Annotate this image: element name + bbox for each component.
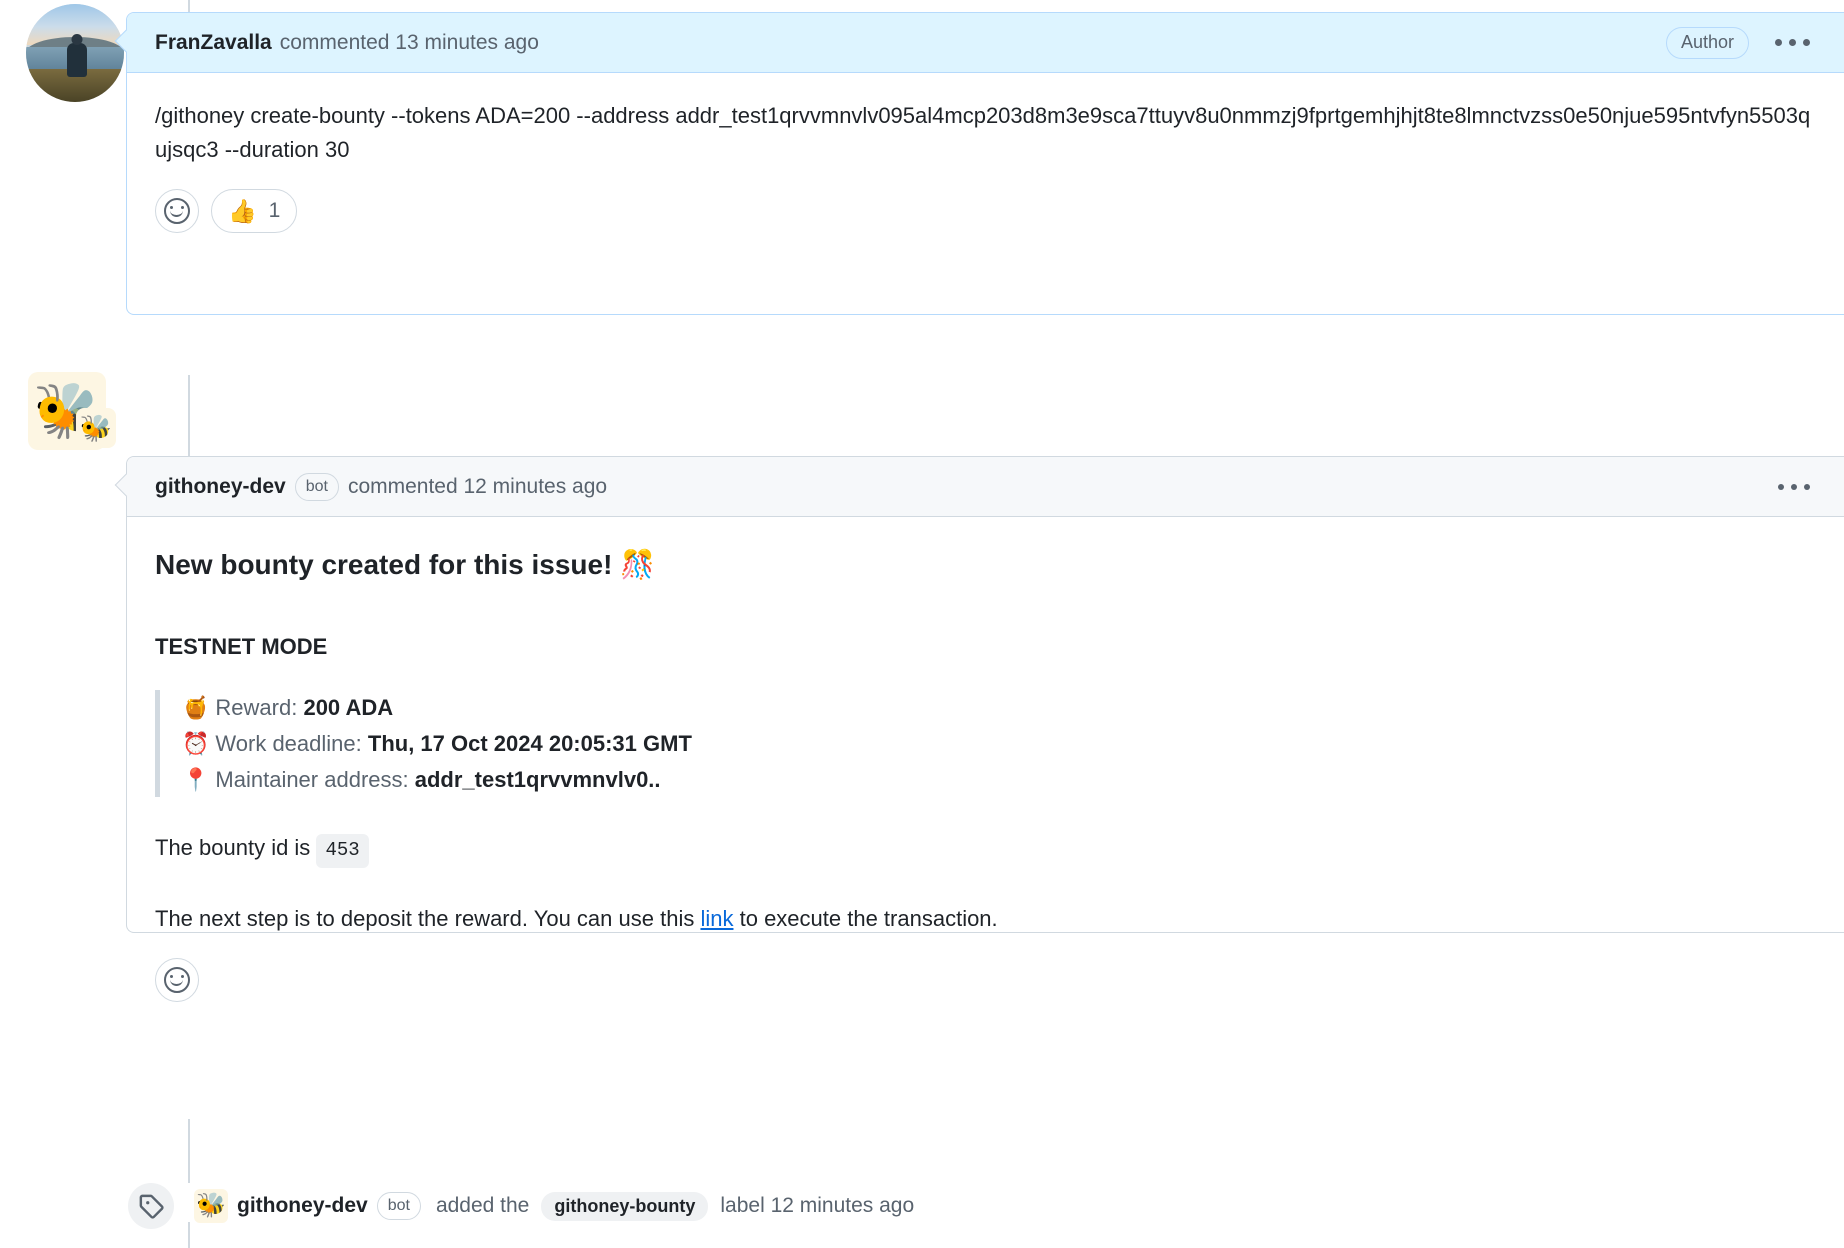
comment-pointer-notch: [114, 473, 138, 497]
kebab-dot: [1775, 39, 1782, 46]
bee-icon-small: 🐝: [196, 1192, 226, 1219]
bounty-detail-maintainer-address: 📍 Maintainer address: addr_test1qrvvmnvlv…: [182, 762, 1814, 798]
smiley-mouth: [170, 210, 183, 218]
add-reaction-button[interactable]: [155, 189, 199, 234]
comment-header-actions: Author: [1665, 26, 1814, 59]
bounty-id-line: The bounty id is 453: [155, 831, 1814, 868]
kebab-dot: [1804, 483, 1810, 490]
comment-author-name[interactable]: FranZavalla: [155, 31, 272, 55]
bounty-detail-value: addr_test1qrvvmnvlv0..: [414, 766, 661, 792]
bounty-id-prefix: The bounty id is: [155, 835, 311, 861]
smiley-icon: [164, 198, 190, 225]
event-suffix-text: label 12 minutes ago: [720, 1194, 915, 1217]
timeline-rail-middle: [188, 375, 190, 457]
reaction-count: 1: [268, 199, 281, 223]
bounty-detail-label: Reward:: [215, 695, 298, 721]
timeline-event-label-added: 🐝 githoney-dev bot added the githoney-bo…: [128, 1183, 920, 1229]
honey-pot-icon: 🍯: [182, 695, 210, 721]
kebab-dot: [1803, 39, 1810, 46]
comment-body: /githoney create-bounty --tokens ADA=200…: [127, 73, 1844, 167]
bounty-command-text: /githoney create-bounty --tokens ADA=200…: [155, 103, 1811, 163]
comment-githoney-dev: githoney-dev bot commented 12 minutes ag…: [114, 456, 1844, 1002]
bounty-detail-value: 200 ADA: [303, 695, 394, 721]
bee-icon-small: 🐝: [79, 413, 113, 443]
timeline-rail-top: [188, 0, 190, 12]
avatar-franzavalla[interactable]: [26, 4, 124, 102]
event-avatar-githoney-dev[interactable]: 🐝: [194, 1189, 228, 1223]
issue-timeline: FranZavalla commented 13 minutes ago Aut…: [0, 0, 1844, 1248]
comment-franzavalla: FranZavalla commented 13 minutes ago Aut…: [114, 12, 1844, 315]
pushpin-icon: 📍: [182, 766, 210, 792]
reactions-bar: [127, 936, 1844, 1002]
bot-badge: bot: [294, 472, 339, 501]
timeline-rail-bottom: [188, 1119, 190, 1183]
add-reaction-button[interactable]: [155, 957, 199, 1002]
bounty-id-code: 453: [316, 834, 369, 868]
comment-header: FranZavalla commented 13 minutes ago Aut…: [114, 13, 1844, 73]
bot-badge: bot: [376, 1192, 421, 1220]
next-step-suffix: to execute the transaction.: [739, 905, 998, 931]
comment-timestamp: commented 13 minutes ago: [279, 30, 539, 54]
kebab-dot: [1778, 483, 1784, 490]
comment-timestamp: commented 12 minutes ago: [347, 474, 608, 498]
comment-options-kebab-icon[interactable]: [1774, 478, 1814, 496]
comment-options-kebab-icon[interactable]: [1771, 33, 1814, 52]
comment-header-actions: [1774, 478, 1814, 496]
comment-author-name[interactable]: githoney-dev: [155, 475, 286, 499]
bounty-detail-label: Maintainer address:: [215, 766, 409, 792]
next-step-prefix: The next step is to deposit the reward. …: [155, 905, 695, 931]
event-action-text: added the: [435, 1194, 530, 1217]
smiley-mouth: [170, 979, 183, 986]
smiley-icon: [164, 966, 190, 993]
bounty-created-heading: New bounty created for this issue! 🎊: [155, 549, 656, 580]
bounty-detail-deadline: ⏰ Work deadline: Thu, 17 Oct 2024 20:05:3…: [182, 726, 1814, 762]
testnet-mode-label: TESTNET MODE: [155, 634, 328, 660]
kebab-dot: [1791, 483, 1797, 490]
bounty-details-blockquote: 🍯 Reward: 200 ADA ⏰ Work deadline: Thu, 17…: [155, 690, 1814, 798]
bounty-detail-reward: 🍯 Reward: 200 ADA: [182, 690, 1814, 726]
label-chip-githoney-bounty[interactable]: githoney-bounty: [541, 1191, 709, 1221]
comment-body: New bounty created for this issue! 🎊 TES…: [127, 517, 1844, 936]
tag-icon: [128, 1183, 174, 1229]
author-badge: Author: [1665, 26, 1749, 59]
thumbsup-icon: 👍: [228, 197, 257, 224]
comment-header: githoney-dev bot commented 12 minutes ag…: [114, 457, 1844, 517]
deposit-transaction-link[interactable]: link: [700, 906, 733, 931]
reaction-thumbsup-button[interactable]: 👍 1: [211, 189, 298, 234]
avatar-githoney-dev-badge: 🐝: [76, 408, 116, 448]
bounty-detail-label: Work deadline:: [215, 731, 362, 757]
reactions-bar: 👍 1: [127, 167, 1844, 234]
bounty-detail-value: Thu, 17 Oct 2024 20:05:31 GMT: [367, 731, 692, 757]
alarm-clock-icon: ⏰: [182, 731, 210, 757]
avatar-photo-person: [66, 43, 87, 78]
kebab-dot: [1789, 39, 1796, 46]
event-actor-name[interactable]: githoney-dev: [237, 1194, 368, 1218]
next-step-line: The next step is to deposit the reward. …: [155, 902, 1814, 936]
